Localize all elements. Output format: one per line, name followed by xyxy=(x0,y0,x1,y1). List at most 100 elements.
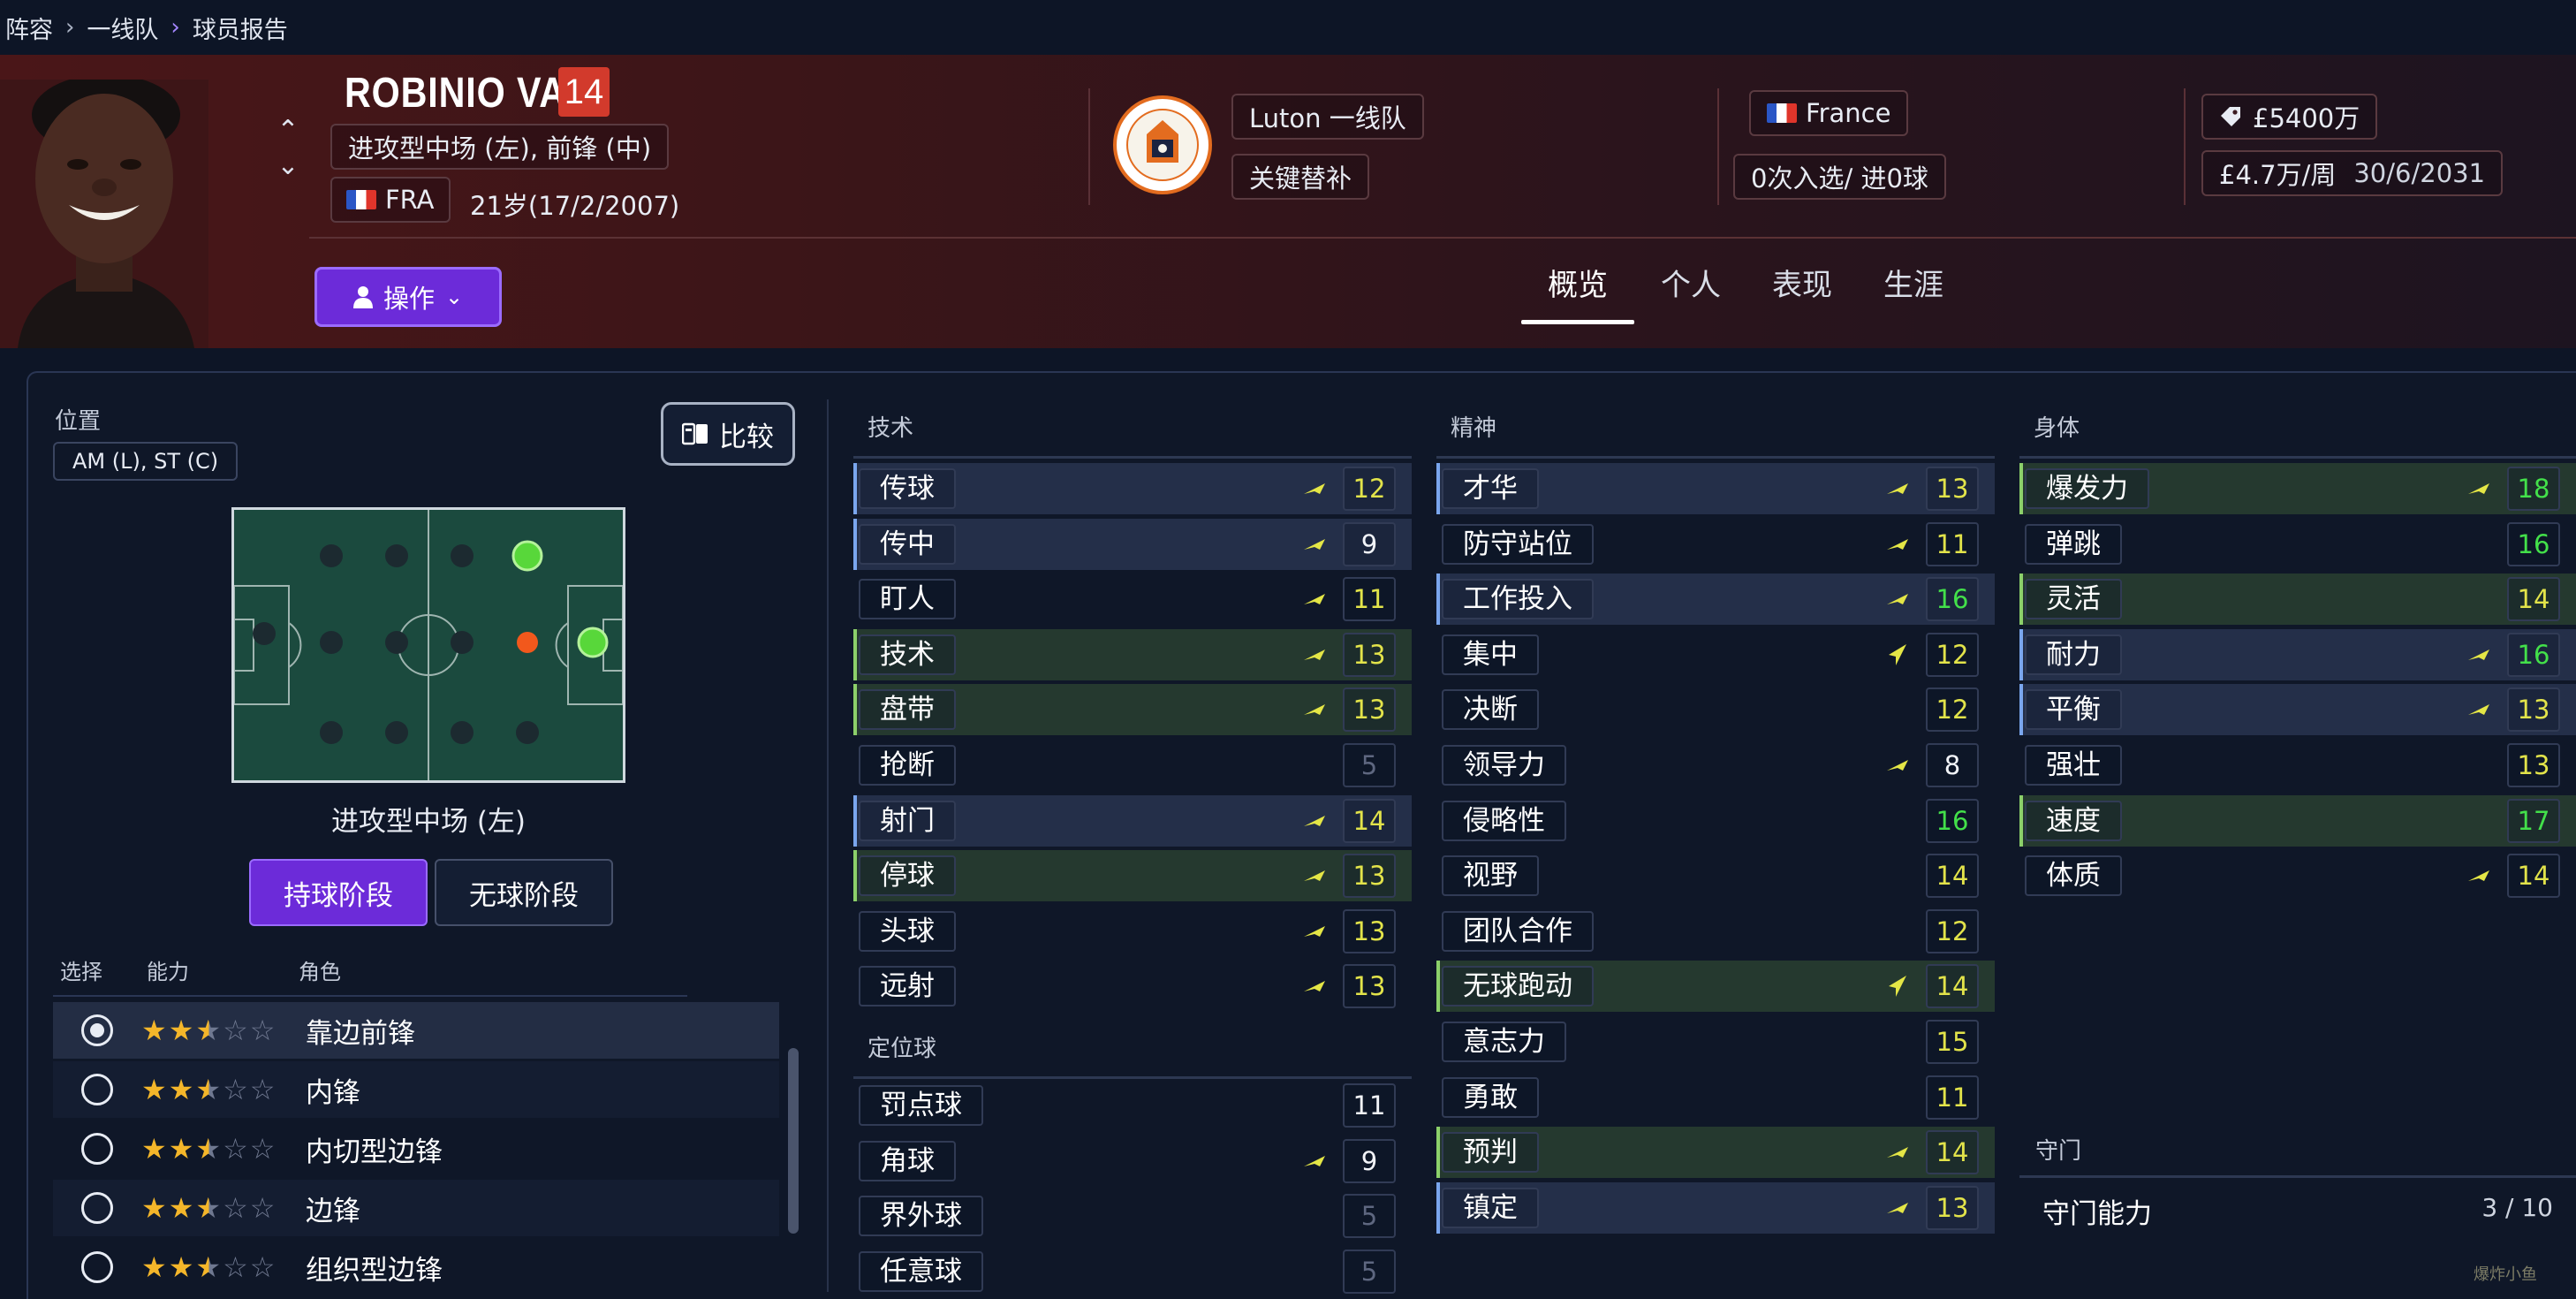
role-row[interactable]: ★★★☆☆ 组织型边锋 xyxy=(53,1239,779,1295)
attribute-row[interactable]: 停球 13 xyxy=(853,850,1412,901)
chevron-down-icon[interactable]: ⌄ xyxy=(272,148,304,184)
active-tab-indicator xyxy=(1521,320,1634,324)
attribute-highlight-marker xyxy=(853,519,857,570)
attribute-row[interactable]: 预判 14 xyxy=(1436,1127,1995,1178)
attribute-row[interactable]: 弹跳 16 xyxy=(2019,519,2576,570)
attribute-row[interactable]: 体质 14 xyxy=(2019,850,2576,901)
goalkeeping-label: 守门能力 xyxy=(2042,1198,2152,1230)
attribute-row[interactable]: 射门 14 xyxy=(853,795,1412,847)
compare-button[interactable]: 比较 xyxy=(661,402,795,466)
attribute-row[interactable]: 抢断 5 xyxy=(853,740,1412,791)
attribute-highlight-marker xyxy=(853,850,857,901)
attribute-row[interactable]: 界外球 5 xyxy=(853,1190,1412,1242)
attribute-value: 13 xyxy=(2507,743,2560,787)
attribute-row[interactable]: 强壮 13 xyxy=(2019,740,2576,791)
attribute-row[interactable]: 耐力 16 xyxy=(2019,629,2576,680)
header-divider xyxy=(309,237,2576,239)
player-age: 21岁(17/2/2007) xyxy=(470,191,680,221)
role-radio[interactable] xyxy=(81,1014,113,1046)
trend-up-icon xyxy=(1304,926,1325,937)
breadcrumb-squad[interactable]: 阵容 xyxy=(0,11,58,45)
attribute-row[interactable]: 勇敢 11 xyxy=(1436,1072,1995,1123)
attribute-row[interactable]: 侵略性 16 xyxy=(1436,795,1995,847)
out-of-possession-button[interactable]: 无球阶段 xyxy=(435,859,613,926)
attribute-value: 12 xyxy=(1926,909,1979,953)
attribute-highlight-marker xyxy=(2019,795,2023,847)
goalkeeping-row[interactable]: 守门能力 3 / 10 xyxy=(2025,1182,2576,1235)
attribute-name: 强壮 xyxy=(2025,745,2122,786)
attribute-row[interactable]: 意志力 15 xyxy=(1436,1016,1995,1067)
france-flag-icon xyxy=(1767,103,1797,123)
role-radio[interactable] xyxy=(81,1133,113,1165)
attribute-row[interactable]: 角球 9 xyxy=(853,1136,1412,1187)
role-radio[interactable] xyxy=(81,1251,113,1283)
attribute-row[interactable]: 头球 13 xyxy=(853,906,1412,957)
role-row[interactable]: ★★★☆☆ 内切型边锋 xyxy=(53,1120,779,1177)
attribute-value: 13 xyxy=(1343,964,1396,1008)
breadcrumb-first-team[interactable]: 一线队 xyxy=(81,11,163,45)
attribute-row[interactable]: 盘带 13 xyxy=(853,684,1412,735)
club-team-chip[interactable]: Luton 一线队 xyxy=(1231,94,1424,140)
attribute-value: 12 xyxy=(1926,633,1979,677)
tab-career[interactable]: 生涯 xyxy=(1871,254,1956,316)
attribute-row[interactable]: 平衡 13 xyxy=(2019,684,2576,735)
trend-steep-up-icon xyxy=(1889,644,1906,665)
transfer-value-chip[interactable]: £5400万 xyxy=(2201,94,2378,140)
attribute-row[interactable]: 防守站位 11 xyxy=(1436,519,1995,570)
attribute-row[interactable]: 任意球 5 xyxy=(853,1246,1412,1297)
attribute-name: 工作投入 xyxy=(1442,579,1594,619)
attribute-highlight-marker xyxy=(853,1190,857,1242)
tab-performance[interactable]: 表现 xyxy=(1760,254,1845,316)
attribute-highlight-marker xyxy=(1436,1182,1440,1234)
attribute-row[interactable]: 镇定 13 xyxy=(1436,1182,1995,1234)
attribute-value: 13 xyxy=(1343,633,1396,677)
attribute-row[interactable]: 才华 13 xyxy=(1436,463,1995,514)
attribute-name: 盯人 xyxy=(859,579,956,619)
tab-overview[interactable]: 概览 xyxy=(1535,254,1620,316)
actions-button[interactable]: 操作 ⌄ xyxy=(314,267,502,327)
attribute-row[interactable]: 团队合作 12 xyxy=(1436,906,1995,957)
attribute-row[interactable]: 集中 12 xyxy=(1436,629,1995,680)
attribute-row[interactable]: 技术 13 xyxy=(853,629,1412,680)
attribute-row[interactable]: 速度 17 xyxy=(2019,795,2576,847)
attribute-row[interactable]: 决断 12 xyxy=(1436,684,1995,735)
in-possession-button[interactable]: 持球阶段 xyxy=(249,859,428,926)
attribute-row[interactable]: 传球 12 xyxy=(853,463,1412,514)
attribute-row[interactable]: 远射 13 xyxy=(853,961,1412,1012)
attribute-row[interactable]: 罚点球 11 xyxy=(853,1080,1412,1131)
star-icon: ★ xyxy=(141,1191,169,1225)
role-row[interactable]: ★★★☆☆ 边锋 xyxy=(53,1180,779,1236)
star-icon: ☆ xyxy=(249,1014,277,1047)
star-icon: ☆ xyxy=(223,1250,250,1284)
attribute-row[interactable]: 领导力 8 xyxy=(1436,740,1995,791)
attribute-highlight-marker xyxy=(1436,1072,1440,1123)
role-name: 靠边前锋 xyxy=(306,1017,415,1050)
attribute-group-title-set-pieces: 定位球 xyxy=(868,1036,937,1062)
attribute-name: 射门 xyxy=(859,801,956,841)
attribute-row[interactable]: 视野 14 xyxy=(1436,850,1995,901)
attribute-row[interactable]: 工作投入 16 xyxy=(1436,574,1995,625)
role-list-scrollbar[interactable] xyxy=(788,1048,799,1234)
tab-personal[interactable]: 个人 xyxy=(1648,254,1733,316)
role-header-role: 角色 xyxy=(299,960,341,984)
role-radio[interactable] xyxy=(81,1074,113,1105)
chevron-up-icon[interactable]: ⌃ xyxy=(272,113,304,148)
attribute-row[interactable]: 爆发力 18 xyxy=(2019,463,2576,514)
attribute-row[interactable]: 盯人 11 xyxy=(853,574,1412,625)
role-row[interactable]: ★★★☆☆ 内锋 xyxy=(53,1061,779,1118)
attribute-row[interactable]: 灵活 14 xyxy=(2019,574,2576,625)
player-report-screen: 阵容 › 一线队 › 球员报告 ⌃ ⌄ ROBINIO VAZ 14 进攻型中场… xyxy=(0,0,2576,1299)
attribute-row[interactable]: 传中 9 xyxy=(853,519,1412,570)
role-row[interactable]: ★★★☆☆ 靠边前锋 xyxy=(53,1002,779,1059)
nationality-chip[interactable]: FRA xyxy=(330,177,451,223)
squad-status: 关键替补 xyxy=(1249,163,1352,194)
breadcrumb: 阵容 › 一线队 › 球员报告 xyxy=(0,0,2576,55)
attribute-row[interactable]: 无球跑动 14 xyxy=(1436,961,1995,1012)
nation-name: France xyxy=(1806,98,1891,128)
attribute-highlight-marker xyxy=(1436,850,1440,901)
attribute-highlight-marker xyxy=(853,961,857,1012)
role-radio[interactable] xyxy=(81,1192,113,1224)
position-pitch[interactable] xyxy=(231,507,625,783)
nation-chip[interactable]: France xyxy=(1749,90,1909,136)
attribute-highlight-marker xyxy=(853,1246,857,1297)
